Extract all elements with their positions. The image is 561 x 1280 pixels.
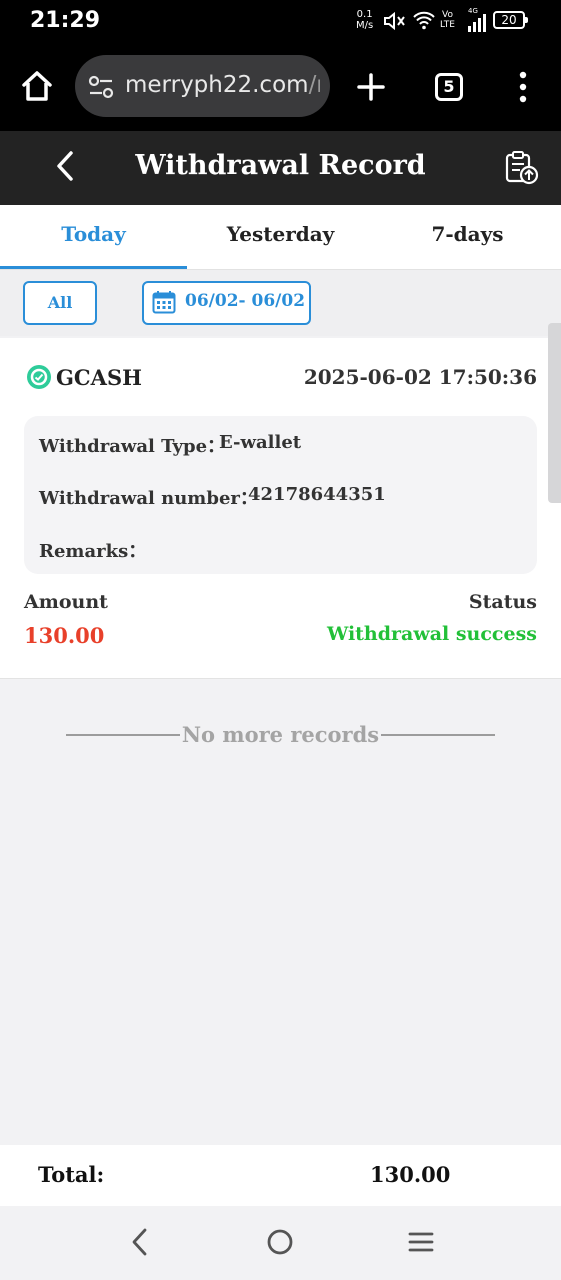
nav-home-icon[interactable] bbox=[266, 1228, 294, 1256]
no-more-records: No more records bbox=[181, 722, 380, 747]
battery-indicator: 20 bbox=[493, 11, 528, 29]
status-label: Status bbox=[468, 591, 537, 613]
nav-back-icon[interactable] bbox=[128, 1227, 152, 1257]
volte-top: Vo bbox=[442, 10, 453, 20]
site-settings-icon[interactable] bbox=[88, 75, 114, 99]
divider-right bbox=[381, 734, 495, 736]
new-tab-icon[interactable] bbox=[356, 72, 386, 102]
speed-value: 0.1 bbox=[356, 9, 373, 20]
network-speed: 0.1 M/s bbox=[356, 9, 373, 31]
url-text[interactable]: merryph22.com/m bbox=[125, 72, 320, 98]
url-host: merryph22.com bbox=[125, 72, 309, 98]
signal-icon bbox=[467, 14, 487, 32]
amount-value: 130.00 bbox=[24, 623, 105, 648]
calendar-icon bbox=[152, 290, 176, 314]
volte-bottom: LTE bbox=[440, 20, 455, 30]
payment-method: GCASH bbox=[56, 365, 142, 390]
gcash-logo-icon bbox=[27, 365, 51, 389]
record-datetime: 2025-06-02 17:50:36 bbox=[303, 365, 537, 389]
withdrawal-number-label: Withdrawal number： bbox=[39, 488, 258, 509]
total-value: 130.00 bbox=[370, 1162, 451, 1187]
divider-left bbox=[66, 734, 180, 736]
filter-all-button[interactable]: All bbox=[23, 281, 97, 325]
withdrawal-number-value: 42178644351 bbox=[248, 484, 386, 505]
total-label: Total: bbox=[38, 1162, 105, 1187]
scrollbar-thumb[interactable] bbox=[548, 323, 561, 503]
speed-unit: M/s bbox=[356, 20, 374, 31]
nav-menu-icon[interactable] bbox=[408, 1230, 434, 1254]
tab-today[interactable]: Today bbox=[0, 222, 187, 246]
status-value: Withdrawal success bbox=[326, 623, 537, 645]
volte-indicator: Vo LTE bbox=[440, 10, 455, 30]
tab-7-days[interactable]: 7-days bbox=[374, 222, 561, 246]
clipboard-upload-icon[interactable] bbox=[504, 150, 540, 186]
amount-label: Amount bbox=[24, 591, 108, 613]
tab-count-button[interactable]: 5 bbox=[435, 73, 463, 101]
page-title: Withdrawal Record bbox=[135, 150, 426, 181]
mute-icon bbox=[383, 11, 407, 31]
more-menu-icon[interactable] bbox=[516, 70, 530, 104]
date-range-text: 06/02- 06/02 bbox=[185, 291, 306, 311]
url-path: /m bbox=[308, 72, 320, 98]
tab-yesterday[interactable]: Yesterday bbox=[187, 222, 374, 246]
home-icon[interactable] bbox=[20, 70, 54, 102]
wifi-icon bbox=[412, 10, 436, 30]
status-time: 21:29 bbox=[30, 8, 101, 33]
remarks-label: Remarks： bbox=[39, 541, 147, 562]
withdrawal-type-value: E-wallet bbox=[219, 432, 302, 453]
active-tab-indicator bbox=[0, 266, 187, 269]
withdrawal-type-label: Withdrawal Type： bbox=[39, 436, 226, 457]
